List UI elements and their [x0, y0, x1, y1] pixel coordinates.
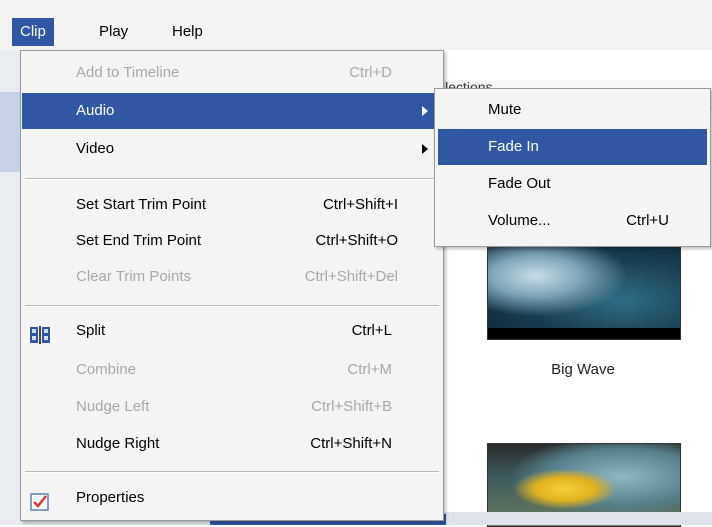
menu-help[interactable]: Help: [164, 18, 211, 46]
menu-item-label: Set End Trim Point: [76, 232, 202, 249]
menu-separator: [25, 178, 439, 180]
clip-menu: Add to Timeline Ctrl+D Audio Video Set S…: [20, 50, 444, 521]
menu-item-nudge-right[interactable]: Nudge Right Ctrl+Shift+N: [22, 426, 442, 462]
menu-item-label: Clear Trim Points: [76, 268, 192, 285]
menu-play[interactable]: Play: [91, 18, 136, 46]
menu-item-label: Combine: [76, 361, 137, 378]
submenu-item-label: Fade Out: [488, 175, 551, 192]
menu-item-shortcut: Ctrl+Shift+Del: [304, 268, 398, 285]
submenu-item-label: Fade In: [488, 138, 539, 155]
menu-item-set-start-trim-point[interactable]: Set Start Trim Point Ctrl+Shift+I: [22, 187, 442, 223]
menu-item-shortcut: Ctrl+Shift+N: [310, 435, 392, 452]
side-panel-selection: [0, 92, 22, 172]
menu-separator: [25, 305, 439, 307]
menu-item-shortcut: Ctrl+Shift+O: [315, 232, 398, 249]
submenu-item-fade-out[interactable]: Fade Out: [438, 166, 707, 202]
menu-item-properties[interactable]: Properties: [22, 480, 442, 516]
video-thumbnail-big-wave[interactable]: [487, 241, 681, 340]
menu-item-add-to-timeline[interactable]: Add to Timeline Ctrl+D: [22, 55, 442, 91]
submenu-item-shortcut: Ctrl+U: [626, 212, 669, 229]
menu-item-label: Audio: [76, 102, 115, 119]
menu-clip[interactable]: Clip: [12, 18, 54, 46]
submenu-arrow-icon: [422, 144, 428, 154]
submenu-item-volume[interactable]: Volume... Ctrl+U: [438, 203, 707, 239]
menu-item-label: Nudge Right: [76, 435, 160, 452]
menu-item-split[interactable]: Split Ctrl+L: [22, 313, 442, 349]
submenu-arrow-icon: [422, 106, 428, 116]
menu-item-audio[interactable]: Audio: [22, 93, 442, 129]
submenu-item-fade-in[interactable]: Fade In: [438, 129, 707, 165]
menu-item-label: Video: [76, 140, 115, 157]
menu-item-label: Add to Timeline: [76, 64, 180, 81]
menu-item-clear-trim-points[interactable]: Clear Trim Points Ctrl+Shift+Del: [22, 259, 442, 295]
menu-item-label: Split: [76, 322, 106, 339]
audio-submenu: Mute Fade In Fade Out Volume... Ctrl+U: [434, 88, 711, 247]
menu-item-label: Nudge Left: [76, 398, 150, 415]
thumbnail-caption: Big Wave: [551, 361, 615, 378]
menu-item-shortcut: Ctrl+L: [351, 322, 392, 339]
menu-item-nudge-left[interactable]: Nudge Left Ctrl+Shift+B: [22, 389, 442, 425]
menu-item-label: Properties: [76, 489, 145, 506]
split-icon: [30, 322, 50, 344]
menu-item-video[interactable]: Video: [22, 131, 442, 167]
menu-item-combine[interactable]: Combine Ctrl+M: [22, 352, 442, 388]
submenu-item-label: Mute: [488, 101, 522, 118]
menu-item-label: Set Start Trim Point: [76, 196, 207, 213]
menu-separator: [25, 471, 439, 473]
menu-bar: Clip Play Help: [0, 0, 712, 50]
menu-item-shortcut: Ctrl+D: [349, 64, 392, 81]
submenu-item-mute[interactable]: Mute: [438, 92, 707, 128]
menu-item-shortcut: Ctrl+Shift+B: [311, 398, 392, 415]
menu-item-shortcut: Ctrl+Shift+I: [322, 196, 398, 213]
menu-item-shortcut: Ctrl+M: [347, 361, 392, 378]
menu-item-set-end-trim-point[interactable]: Set End Trim Point Ctrl+Shift+O: [22, 223, 442, 259]
submenu-item-label: Volume...: [488, 212, 551, 229]
properties-checkmark-icon: [30, 489, 50, 511]
